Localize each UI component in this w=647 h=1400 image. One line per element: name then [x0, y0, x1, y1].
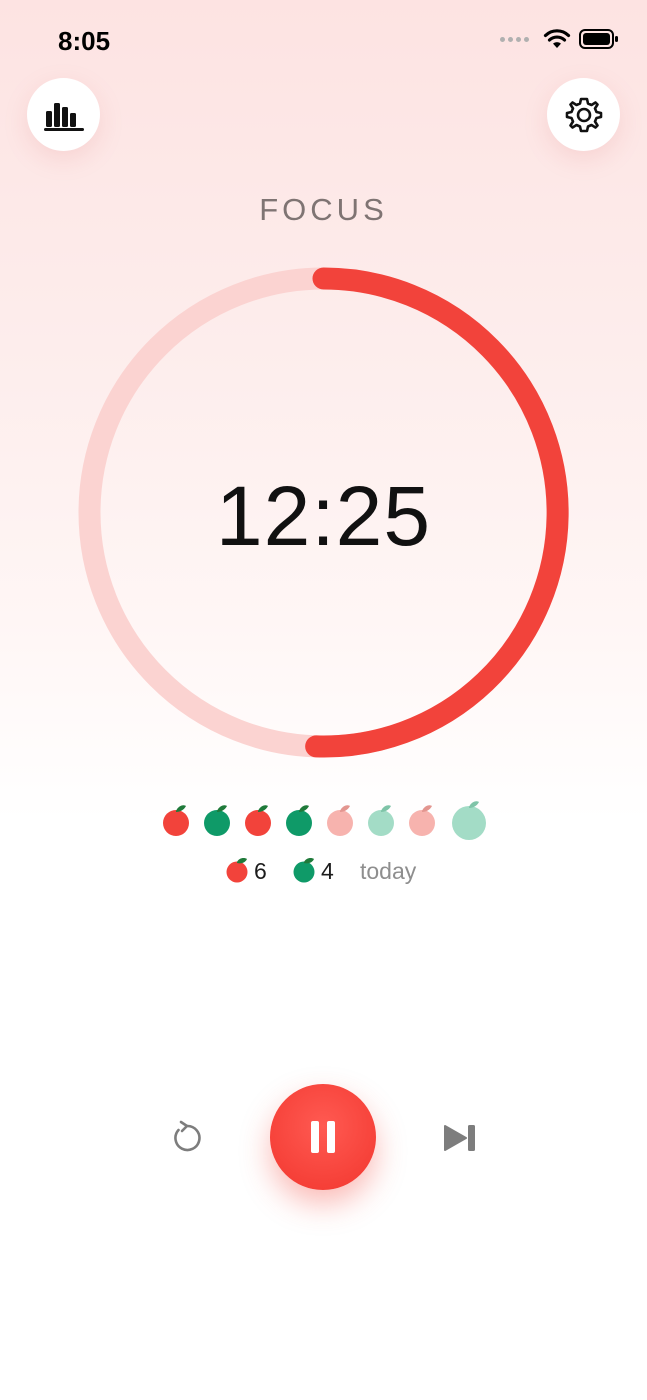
break-count: 4: [321, 858, 334, 884]
session-dot-1: [163, 805, 189, 836]
session-dot-4: [286, 805, 312, 836]
session-dot-8: [452, 801, 486, 840]
reset-icon: [174, 1120, 201, 1152]
focus-count: 6: [254, 858, 267, 884]
session-dot-2: [204, 805, 230, 836]
today-label: today: [360, 858, 417, 884]
skip-button[interactable]: [440, 1118, 480, 1158]
focus-tomato-icon: [226, 858, 248, 883]
progress-ring: [78, 267, 569, 758]
pause-icon: [311, 1121, 335, 1153]
session-dot-5: [327, 805, 353, 836]
skip-next-icon: [444, 1125, 475, 1151]
session-dot-6: [368, 805, 394, 836]
session-dot-3: [245, 805, 271, 836]
session-dots: [0, 800, 647, 840]
reset-button[interactable]: [168, 1118, 208, 1158]
session-dot-7: [409, 805, 435, 836]
break-tomato-icon: [293, 858, 315, 883]
today-summary: 6 4 today: [0, 852, 647, 888]
pause-button[interactable]: [270, 1084, 376, 1190]
timer-display: 12:25: [215, 469, 432, 563]
